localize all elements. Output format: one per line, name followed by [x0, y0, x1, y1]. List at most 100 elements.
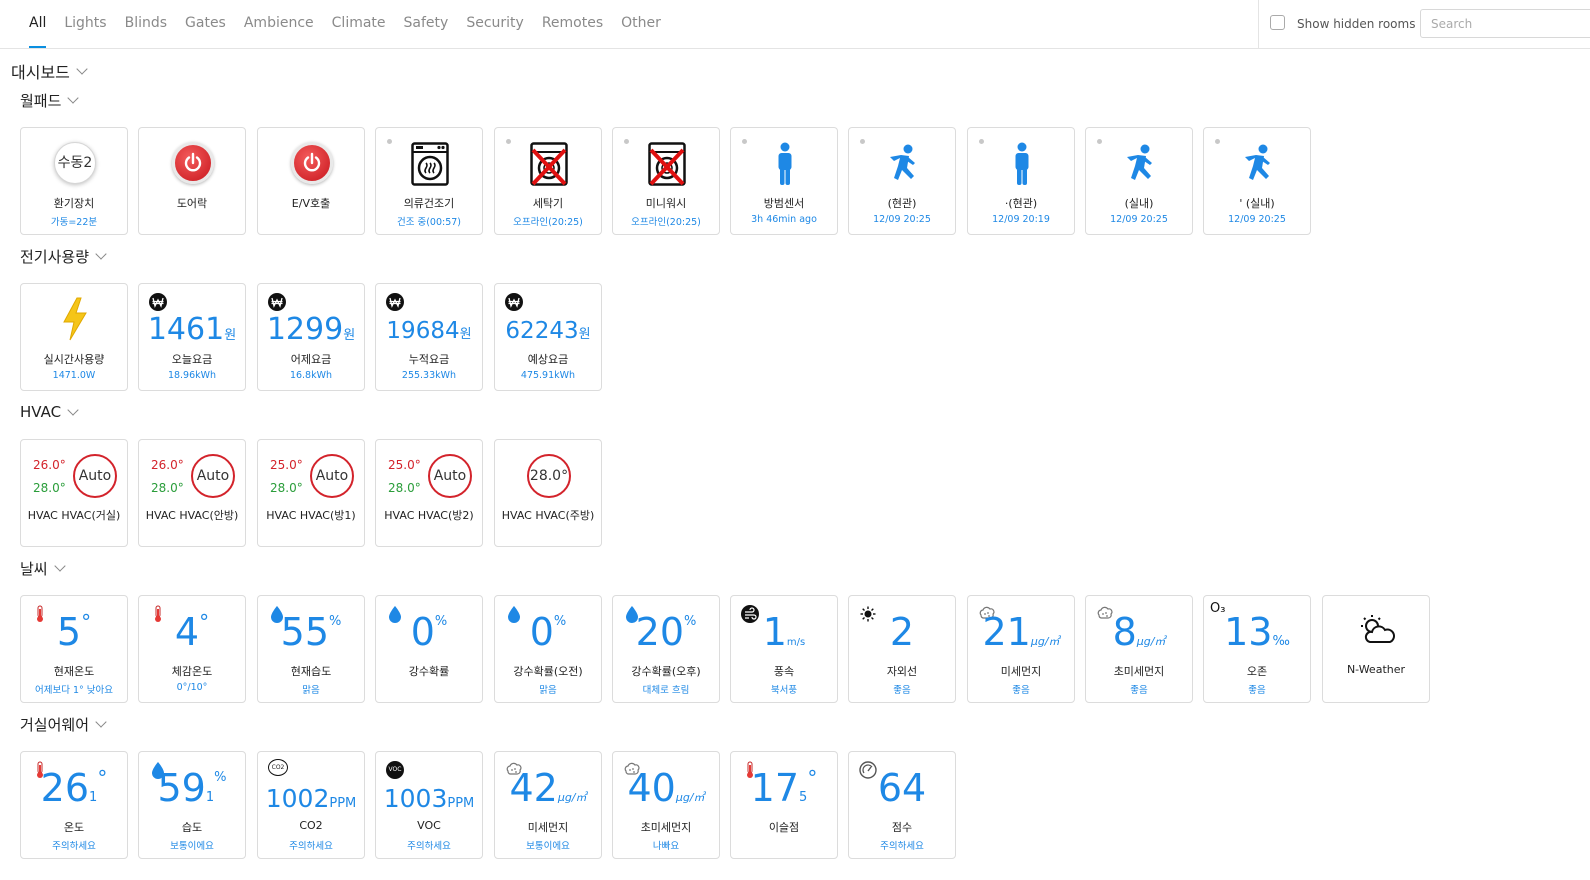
value-display: 2 [849, 610, 955, 654]
device-card-miniwash[interactable]: 미니워시 오프라인(20:25) [612, 127, 720, 235]
aware-card-dewpoint[interactable]: 175° 이슬점 [730, 751, 838, 859]
dashboard-title-text: 대시보드 [11, 63, 70, 82]
unit: m/s [786, 637, 806, 648]
card-status: 좋음 [1012, 685, 1030, 696]
chevron-down-icon [53, 560, 66, 572]
search-input[interactable] [1420, 9, 1590, 38]
tab-other[interactable]: Other [612, 0, 670, 48]
hvac-mode-button[interactable]: Auto [310, 454, 354, 498]
card-status: 12/09 20:25 [873, 214, 931, 225]
aware-card-temp[interactable]: 261° 온도 주의하세요 [20, 751, 128, 859]
section-header-hvac[interactable]: HVAC [20, 403, 79, 421]
hvac-mode-button[interactable]: Auto [191, 454, 235, 498]
card-status: 대체로 흐림 [642, 685, 690, 696]
status-dot [860, 139, 865, 144]
unit: 원 [343, 328, 356, 343]
hvac-card-master[interactable]: 26.0° 28.0° Auto HVAC HVAC(안방) [138, 439, 246, 547]
partly-cloudy-icon [1361, 615, 1395, 643]
aware-card-pm10[interactable]: 42μg/㎥ 미세먼지 보통이에요 [494, 751, 602, 859]
hvac-card-room2[interactable]: 25.0° 28.0° Auto HVAC HVAC(방2) [375, 439, 483, 547]
tab-climate[interactable]: Climate [323, 0, 395, 48]
aware-card-humidity[interactable]: 591% 습도 보통이에요 [138, 751, 246, 859]
hvac-setpoint-button[interactable]: 28.0° [527, 454, 571, 498]
chevron-down-icon [95, 716, 107, 728]
device-card-doorlock[interactable]: 도어락 [138, 127, 246, 235]
aware-card-co2[interactable]: CO2 1002PPM CO2 주의하세요 [257, 751, 365, 859]
tab-gates[interactable]: Gates [176, 0, 235, 48]
power-icon [291, 142, 333, 184]
weather-card-pm10[interactable]: 21μg/㎥ 미세먼지 좋음 [967, 595, 1075, 703]
card-name: ·(현관) [1004, 197, 1038, 210]
card-status: 주의하세요 [880, 841, 924, 852]
device-card-ventilator[interactable]: 수동2 환기장치 가동=22분 [20, 127, 128, 235]
hvac-card-living[interactable]: 26.0° 28.0° Auto HVAC HVAC(거실) [20, 439, 128, 547]
weather-card-pm25[interactable]: 8μg/㎥ 초미세먼지 좋음 [1085, 595, 1193, 703]
card-status: 좋음 [893, 685, 911, 696]
show-hidden-rooms-checkbox[interactable] [1270, 15, 1285, 30]
hvac-mode-button[interactable]: Auto [73, 454, 117, 498]
sensor-card-entrance-2[interactable]: ·(현관) 12/09 20:19 [967, 127, 1075, 235]
weather-card-feels-like[interactable]: 4° 체감온도 0°/10° [138, 595, 246, 703]
weather-card-humidity[interactable]: 55% 현재습도 맑음 [257, 595, 365, 703]
section-header-weather[interactable]: 날씨 [20, 558, 66, 579]
section-header-power[interactable]: 전기사용량 [20, 246, 107, 267]
sensor-card-indoor-2[interactable]: ' (실내) 12/09 20:25 [1203, 127, 1311, 235]
section-header-wallpad[interactable]: 월패드 [20, 90, 80, 111]
unit: μg/㎥ [675, 791, 705, 804]
tab-security[interactable]: Security [457, 0, 533, 48]
hvac-mode-button[interactable]: Auto [428, 454, 472, 498]
card-name: VOC [417, 819, 441, 832]
tab-blinds[interactable]: Blinds [116, 0, 176, 48]
weather-card-wind[interactable]: 1m/s 풍속 북서풍 [730, 595, 838, 703]
tab-lights[interactable]: Lights [55, 0, 115, 48]
value: 40 [627, 766, 676, 810]
sensor-card-security[interactable]: 방범센서 3h 46min ago [730, 127, 838, 235]
unit: % [684, 614, 697, 629]
value: 1 [762, 610, 787, 654]
person-standing-icon [1015, 142, 1029, 185]
hvac-card-room1[interactable]: 25.0° 28.0° Auto HVAC HVAC(방1) [257, 439, 365, 547]
status-dot [387, 139, 392, 144]
aware-card-score[interactable]: 64 점수 주의하세요 [848, 751, 956, 859]
sensor-card-indoor[interactable]: (실내) 12/09 20:25 [1085, 127, 1193, 235]
card-name: N-Weather [1346, 663, 1406, 676]
card-name: 현재온도 [53, 665, 95, 678]
aware-card-voc[interactable]: VOC 1003PPM VOC 주의하세요 [375, 751, 483, 859]
card-name: CO2 [299, 819, 323, 832]
power-card-cumulative[interactable]: 19684원 누적요금 255.33kWh [375, 283, 483, 391]
weather-card-n-weather[interactable]: N-Weather [1322, 595, 1430, 703]
aware-card-pm25[interactable]: 40μg/㎥ 초미세먼지 나빠요 [612, 751, 720, 859]
tab-safety[interactable]: Safety [395, 0, 458, 48]
device-card-washer[interactable]: 세탁기 오프라인(20:25) [494, 127, 602, 235]
weather-card-rain-am[interactable]: 0% 강수확률(오전) 맑음 [494, 595, 602, 703]
weather-card-uv[interactable]: 2 자외선 좋음 [848, 595, 956, 703]
card-name: 온도 [63, 821, 85, 834]
device-card-elevator-call[interactable]: E/V호출 [257, 127, 365, 235]
section-header-aware[interactable]: 거실어웨어 [20, 714, 107, 735]
sensor-card-entrance[interactable]: (현관) 12/09 20:25 [848, 127, 956, 235]
person-running-icon [890, 144, 915, 180]
power-card-estimate[interactable]: 62243원 예상요금 475.91kWh [494, 283, 602, 391]
value: 1299 [266, 312, 344, 347]
weather-card-rain-pm[interactable]: 20% 강수확률(오후) 대체로 흐림 [612, 595, 720, 703]
power-card-realtime[interactable]: 실시간사용량 1471.0W [20, 283, 128, 391]
tab-ambience[interactable]: Ambience [235, 0, 323, 48]
power-card-yesterday[interactable]: 1299원 어제요금 16.8kWh [257, 283, 365, 391]
unit: μg/㎥ [557, 791, 587, 804]
status-dot [1215, 139, 1220, 144]
value: 42 [509, 766, 558, 810]
tab-remotes[interactable]: Remotes [533, 0, 612, 48]
device-card-dryer[interactable]: 의류건조기 건조 중(00:57) [375, 127, 483, 235]
weather-card-ozone[interactable]: O₃ 13‰ 오존 좋음 [1203, 595, 1311, 703]
value: 62243 [505, 318, 579, 344]
hvac-card-kitchen[interactable]: 28.0° HVAC HVAC(주방) [494, 439, 602, 547]
weather-card-temp[interactable]: 5° 현재온도 어제보다 1° 낮아요 [20, 595, 128, 703]
power-card-today[interactable]: 1461원 오늘요금 18.96kWh [138, 283, 246, 391]
weather-card-rain-prob[interactable]: 0% 강수확률 [375, 595, 483, 703]
value-display: 13‰ [1204, 610, 1310, 654]
card-name: E/V호출 [291, 197, 331, 210]
dashboard-title[interactable]: 대시보드 [11, 59, 88, 83]
value: 1002 [265, 784, 330, 813]
card-status: 나빠요 [652, 841, 680, 852]
tab-all[interactable]: All [20, 0, 55, 48]
